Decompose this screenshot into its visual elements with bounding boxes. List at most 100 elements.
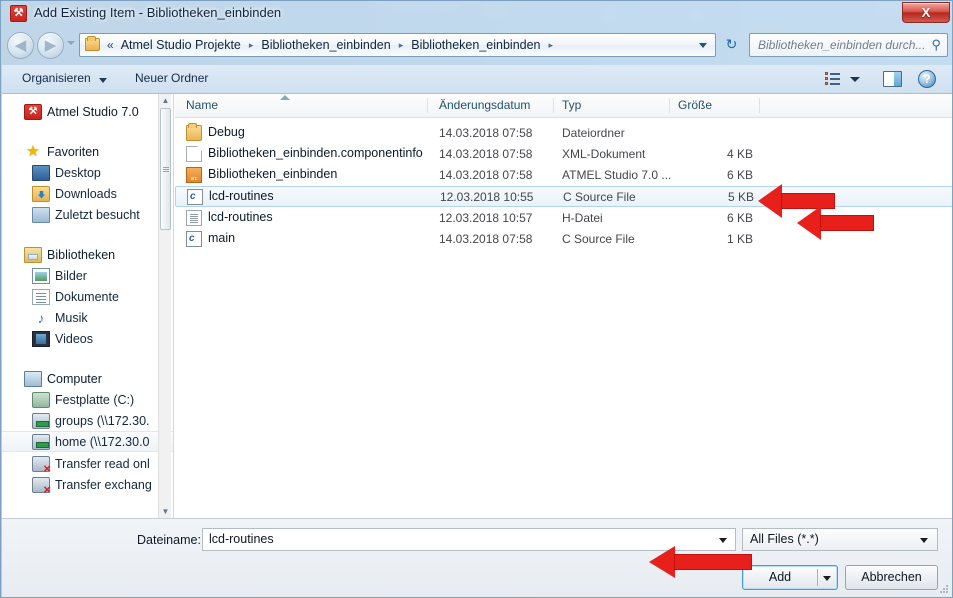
file-name: lcd-routines: [208, 210, 273, 224]
sidebar-item-computer[interactable]: Computer: [2, 368, 174, 389]
sidebar-item-zuletzt-besucht[interactable]: Zuletzt besucht: [2, 204, 174, 225]
column-header-name[interactable]: Name: [186, 98, 218, 112]
breadcrumb-item-2[interactable]: Bibliotheken_einbinden: [409, 38, 542, 52]
file-date: 12.03.2018 10:55: [440, 190, 533, 204]
breadcrumb-item-1[interactable]: Bibliotheken_einbinden: [259, 38, 392, 52]
organize-chevron-down-icon[interactable]: [99, 78, 107, 83]
annotation-arrow-to-h-file: [797, 206, 875, 240]
sidebar-item-label: Musik: [55, 311, 88, 325]
forward-button[interactable]: ▶: [37, 32, 64, 59]
breadcrumb-overflow-icon[interactable]: «: [107, 38, 114, 52]
sidebar-item-atmel-studio[interactable]: ⚒ Atmel Studio 7.0: [2, 101, 174, 122]
sidebar-item-groups[interactable]: groups (\\172.30.: [2, 410, 174, 431]
sidebar-item-dokumente[interactable]: Dokumente: [2, 286, 174, 307]
breadcrumb-item-0[interactable]: Atmel Studio Projekte: [119, 38, 243, 52]
close-button[interactable]: X: [902, 2, 950, 23]
title-bar: ⚒ Add Existing Item - Bibliotheken_einbi…: [1, 1, 953, 27]
breadcrumb-separator-icon[interactable]: ▸: [399, 40, 404, 51]
sidebar-item-musik[interactable]: ♪ Musik: [2, 307, 174, 328]
sidebar-item-desktop[interactable]: Desktop: [2, 162, 174, 183]
file-name: Bibliotheken_einbinden: [208, 167, 337, 181]
scroll-down-icon[interactable]: ▼: [159, 505, 172, 518]
sidebar-item-downloads[interactable]: Downloads: [2, 183, 174, 204]
music-icon: ♪: [32, 310, 50, 326]
preview-pane-icon[interactable]: [883, 71, 902, 87]
sidebar-item-favoriten[interactable]: ★ Favoriten: [2, 141, 174, 162]
sidebar-item-label: Transfer exchang: [55, 478, 152, 492]
command-bar: Organisieren Neuer Ordner ?: [2, 65, 953, 94]
column-divider[interactable]: [759, 98, 760, 113]
sidebar-item-bilder[interactable]: Bilder: [2, 265, 174, 286]
filename-label: Dateiname:: [137, 533, 201, 547]
view-options-chevron-down-icon[interactable]: [850, 77, 860, 82]
file-size: 6 KB: [673, 211, 753, 225]
column-header-date[interactable]: Änderungsdatum: [439, 98, 530, 112]
address-bar[interactable]: « Atmel Studio Projekte ▸ Bibliotheken_e…: [79, 33, 716, 57]
breadcrumb-separator-icon[interactable]: ▸: [249, 40, 254, 51]
file-type: H-Datei: [562, 211, 603, 225]
harddisk-icon: [32, 392, 50, 408]
add-button[interactable]: Add: [742, 565, 838, 590]
address-dropdown-chevron-down-icon[interactable]: [699, 43, 707, 48]
file-size: 6 KB: [673, 168, 753, 182]
sidebar-item-label: Atmel Studio 7.0: [47, 105, 139, 119]
search-box[interactable]: Bibliotheken_einbinden durch... ⚲: [749, 33, 948, 57]
window-title: Add Existing Item - Bibliotheken_einbind…: [34, 5, 281, 20]
column-divider[interactable]: [553, 98, 554, 113]
filetype-chevron-down-icon[interactable]: [920, 538, 928, 543]
scrollbar-thumb[interactable]: [160, 108, 171, 230]
sidebar-item-label: Videos: [55, 332, 93, 346]
downloads-icon: [32, 186, 50, 202]
sidebar-item-label: Bibliotheken: [47, 248, 115, 262]
dialog-body: ⚒ Atmel Studio 7.0 ★ Favoriten Desktop D…: [2, 94, 953, 518]
sidebar-item-label: groups (\\172.30.: [55, 414, 150, 428]
add-chevron-down-icon[interactable]: [823, 576, 831, 581]
sidebar-item-bibliotheken[interactable]: Bibliotheken: [2, 244, 174, 265]
videos-icon: [32, 331, 50, 347]
navigation-bar: ◀ ▶ « Atmel Studio Projekte ▸ Bibliothek…: [1, 29, 953, 63]
table-row[interactable]: Debug 14.03.2018 07:58 Dateiordner: [175, 123, 953, 144]
filename-value: lcd-routines: [209, 532, 274, 546]
resize-grip[interactable]: [938, 583, 950, 595]
refresh-button[interactable]: ↻: [720, 33, 743, 57]
table-row[interactable]: Bibliotheken_einbinden 14.03.2018 07:58 …: [175, 165, 953, 186]
view-options-icon[interactable]: [824, 71, 842, 87]
cancel-button[interactable]: Abbrechen: [845, 565, 938, 590]
new-folder-button[interactable]: Neuer Ordner: [135, 71, 208, 85]
computer-icon: [24, 371, 42, 387]
file-type: ATMEL Studio 7.0 ...: [562, 168, 671, 182]
column-header-type[interactable]: Typ: [562, 98, 581, 112]
help-icon[interactable]: ?: [918, 70, 936, 88]
atmel-project-file-icon: [186, 167, 202, 183]
sidebar-scrollbar[interactable]: ▲ ▼: [158, 94, 171, 518]
back-button[interactable]: ◀: [7, 32, 34, 59]
breadcrumb: « Atmel Studio Projekte ▸ Bibliotheken_e…: [105, 34, 559, 56]
disconnected-drive-icon: [32, 456, 50, 472]
scroll-up-icon[interactable]: ▲: [159, 94, 172, 107]
network-drive-icon: [32, 434, 50, 450]
column-header-size[interactable]: Größe: [678, 98, 712, 112]
column-divider[interactable]: [427, 98, 428, 113]
desktop-icon: [32, 165, 50, 181]
sidebar-item-transfer-exchange[interactable]: Transfer exchang: [2, 474, 174, 495]
c-source-file-icon: [186, 231, 202, 247]
sidebar-item-label: home (\\172.30.0: [55, 435, 150, 449]
search-input[interactable]: Bibliotheken_einbinden durch...: [758, 38, 925, 52]
organize-button[interactable]: Organisieren: [22, 71, 91, 85]
filetype-select[interactable]: All Files (*.*): [742, 528, 938, 551]
navigation-pane: ⚒ Atmel Studio 7.0 ★ Favoriten Desktop D…: [2, 94, 174, 518]
column-divider[interactable]: [669, 98, 670, 113]
sidebar-item-videos[interactable]: Videos: [2, 328, 174, 349]
filename-chevron-down-icon[interactable]: [719, 538, 727, 543]
table-row-selected[interactable]: lcd-routines 12.03.2018 10:55 C Source F…: [175, 186, 953, 207]
sidebar-item-home[interactable]: home (\\172.30.0: [2, 431, 174, 452]
recent-locations-chevron-down-icon[interactable]: [67, 41, 75, 45]
file-date: 14.03.2018 07:58: [439, 232, 532, 246]
file-size: 5 KB: [674, 190, 754, 204]
sidebar-item-transfer-read-only[interactable]: Transfer read onl: [2, 453, 174, 474]
breadcrumb-separator-icon[interactable]: ▸: [549, 40, 554, 51]
file-type: C Source File: [562, 232, 635, 246]
table-row[interactable]: Bibliotheken_einbinden.componentinfo 14.…: [175, 144, 953, 165]
file-type: C Source File: [563, 190, 636, 204]
sidebar-item-festplatte-c[interactable]: Festplatte (C:): [2, 389, 174, 410]
